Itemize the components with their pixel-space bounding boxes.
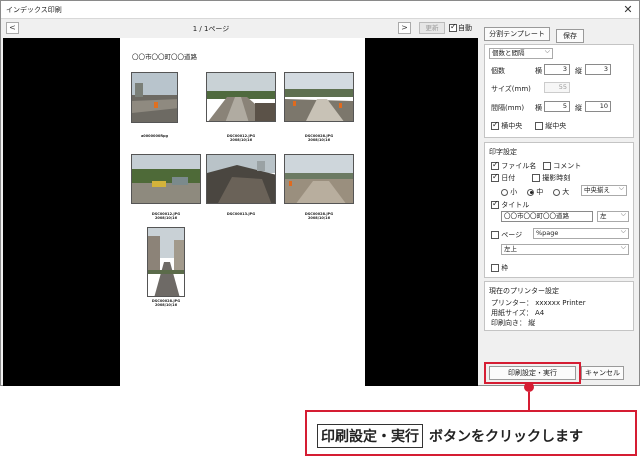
center-horizontal-box[interactable]	[491, 120, 499, 130]
highlight-frame	[484, 362, 581, 384]
previous-page-button[interactable]: <	[6, 22, 19, 34]
date-checkbox[interactable]: 日付	[491, 172, 516, 183]
print-preview-area: 〇〇市〇〇町〇〇道路 a0000000Rpg DSC00012.JPG 2008…	[3, 38, 478, 386]
center-horizontal-text: 横中央	[501, 122, 523, 130]
printer-name: プリンター： xxxxxx Printer	[491, 299, 586, 307]
cancel-button[interactable]: キャンセル	[581, 366, 624, 380]
photo-thumbnail	[284, 72, 354, 122]
size-input: 55	[544, 82, 570, 93]
preview-doc-title: 〇〇市〇〇町〇〇道路	[132, 53, 197, 61]
shoot-time-checkbox[interactable]: 撮影時刻	[532, 173, 570, 183]
paper-size: 用紙サイズ： A4	[491, 309, 545, 317]
date-box[interactable]	[491, 172, 499, 182]
title-bar: インデックス印刷 ✕	[1, 1, 639, 19]
print-orientation: 印刷向き： 縦	[491, 319, 536, 327]
size-label: サイズ(mm)	[491, 85, 531, 93]
spacing-label: 間隔(mm)	[491, 104, 525, 112]
date-text: 日付	[501, 174, 516, 182]
size-small-radio-dot[interactable]	[501, 188, 508, 196]
comment-box[interactable]	[543, 162, 551, 170]
spacing-horizontal-input[interactable]: 5	[544, 101, 570, 112]
preview-toolbar: < 1 / 1ページ > 更新 自動	[1, 20, 481, 37]
comment-text: コメント	[553, 162, 582, 170]
size-small-text: 小	[510, 188, 518, 196]
filename-checkbox[interactable]: ファイル名	[491, 160, 537, 171]
size-large-radio-dot[interactable]	[553, 188, 560, 196]
title-checkbox[interactable]: タイトル	[491, 199, 530, 210]
size-small-radio[interactable]: 小	[501, 187, 517, 197]
count-vertical-label: 縦	[575, 67, 582, 75]
count-horizontal-input[interactable]: 3	[544, 64, 570, 75]
shoot-time-box[interactable]	[532, 174, 540, 182]
print-settings-group: 印字設定 ファイル名 コメント 日付 撮影時刻 小 中 大 中央	[484, 142, 634, 278]
photo-thumbnail	[147, 227, 185, 297]
photo-caption: DSC00028.JPG 2008/10/16	[151, 299, 181, 307]
photo-caption: DSC00028.JPG 2008/10/16	[304, 212, 334, 220]
filename-text: ファイル名	[501, 162, 537, 170]
frame-box[interactable]	[491, 264, 499, 272]
page-format-select[interactable]: %page	[533, 227, 629, 239]
page-checkbox[interactable]: ページ	[491, 230, 522, 240]
printer-info-group: 現在のプリンター設定 プリンター： xxxxxx Printer 用紙サイズ： …	[484, 281, 634, 331]
alignment-select[interactable]: 中央揃え	[581, 184, 627, 196]
shoot-time-text: 撮影時刻	[542, 174, 571, 182]
size-medium-radio[interactable]: 中	[527, 187, 543, 197]
photo-caption: DSC00012.JPG 2008/10/16	[226, 134, 256, 142]
page-position-select[interactable]: 左上	[501, 243, 629, 255]
comment-checkbox[interactable]: コメント	[543, 161, 581, 171]
photo-caption: a0000000Rpg	[140, 134, 169, 138]
auto-update-checkbox[interactable]: 自動	[449, 22, 472, 33]
instruction-callout: 印刷設定・実行 ボタンをクリックします	[305, 410, 637, 456]
center-vertical-checkbox[interactable]: 縦中央	[535, 121, 566, 131]
title-input[interactable]: 〇〇市〇〇町〇〇道路	[501, 211, 593, 222]
frame-text: 枠	[501, 264, 509, 272]
spacing-vertical-label: 縦	[575, 104, 582, 112]
callout-connector	[528, 392, 530, 410]
callout-dot	[524, 382, 534, 392]
preview-page: 〇〇市〇〇町〇〇道路 a0000000Rpg DSC00012.JPG 2008…	[120, 38, 365, 386]
center-vertical-box[interactable]	[535, 122, 543, 130]
callout-button-name: 印刷設定・実行	[317, 424, 423, 448]
spacing-vertical-input[interactable]: 10	[585, 101, 611, 112]
center-vertical-text: 縦中央	[545, 122, 567, 130]
window-title: インデックス印刷	[6, 6, 62, 14]
size-medium-radio-dot[interactable]	[527, 188, 534, 196]
photo-thumbnail	[284, 154, 354, 204]
photo-thumbnail	[131, 72, 178, 123]
split-template-button[interactable]: 分割テンプレート	[484, 27, 550, 41]
layout-mode-select[interactable]: 個数と間隔	[489, 47, 553, 59]
auto-checkbox-label: 自動	[458, 24, 472, 32]
center-horizontal-checkbox[interactable]: 横中央	[491, 120, 523, 131]
layout-group: 個数と間隔 個数 横 3 縦 3 サイズ(mm) 55 間隔(mm) 横 5 縦…	[484, 44, 634, 138]
frame-checkbox[interactable]: 枠	[491, 263, 508, 273]
update-button[interactable]: 更新	[419, 22, 445, 34]
count-label: 個数	[491, 67, 505, 75]
page-indicator: 1 / 1ページ	[192, 25, 230, 33]
page-box[interactable]	[491, 231, 499, 239]
save-button[interactable]: 保存	[556, 29, 584, 43]
count-horizontal-label: 横	[535, 67, 542, 75]
photo-caption: DSC00028.JPG 2008/10/16	[304, 134, 334, 142]
photo-caption: DSC00012.JPG 2008/10/16	[151, 212, 181, 220]
photo-thumbnail	[206, 154, 276, 204]
next-page-button[interactable]: >	[398, 22, 411, 34]
title-box[interactable]	[491, 199, 499, 209]
printer-heading: 現在のプリンター設定	[489, 287, 559, 295]
filename-box[interactable]	[491, 160, 499, 170]
photo-caption: DSC00013.JPG	[226, 212, 256, 216]
photo-thumbnail	[206, 72, 276, 122]
count-vertical-input[interactable]: 3	[585, 64, 611, 75]
spacing-horizontal-label: 横	[535, 104, 542, 112]
photo-thumbnail	[131, 154, 201, 204]
auto-checkbox-box[interactable]	[449, 22, 457, 32]
page-text: ページ	[501, 231, 523, 239]
title-text: タイトル	[501, 201, 530, 209]
size-large-text: 大	[562, 188, 570, 196]
close-button[interactable]: ✕	[621, 3, 635, 16]
size-large-radio[interactable]: 大	[553, 187, 569, 197]
callout-instruction: ボタンをクリックします	[429, 429, 583, 445]
title-align-select[interactable]: 左	[597, 210, 629, 222]
print-settings-heading: 印字設定	[489, 148, 517, 156]
size-medium-text: 中	[536, 188, 544, 196]
